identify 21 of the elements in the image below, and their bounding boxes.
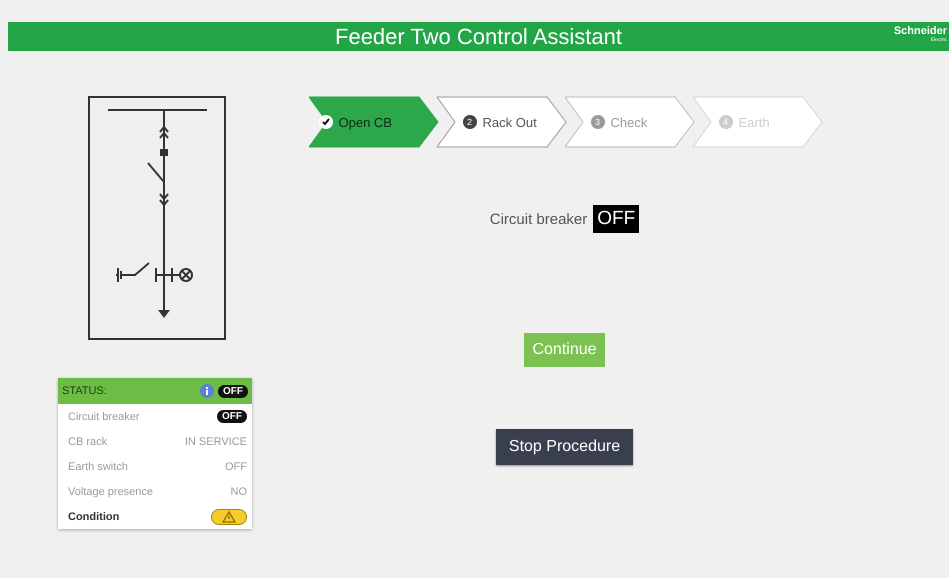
status-badge: OFF xyxy=(218,384,248,398)
warning-icon xyxy=(222,510,236,522)
status-value: OFF xyxy=(225,460,247,472)
status-value: NO xyxy=(230,486,247,498)
status-label: Earth switch xyxy=(68,460,128,472)
status-label: Condition xyxy=(68,510,120,522)
app-title: Feeder Two Control Assistant xyxy=(335,24,622,50)
status-value: IN SERVICE xyxy=(184,436,247,448)
breaker-state: OFF xyxy=(593,205,640,233)
status-label: CB rack xyxy=(68,436,108,448)
info-icon[interactable] xyxy=(200,384,214,398)
step-label: Rack Out xyxy=(482,114,537,130)
step-label: Open CB xyxy=(338,114,392,130)
status-badge: OFF xyxy=(217,410,247,423)
step-label: Check xyxy=(610,114,648,130)
check-icon xyxy=(318,115,332,129)
status-label: Circuit breaker xyxy=(68,410,140,422)
breaker-label: Circuit breaker xyxy=(490,210,588,228)
status-title: STATUS: xyxy=(62,385,108,397)
stop-button[interactable]: Stop Procedure xyxy=(496,429,634,465)
status-label: Voltage presence xyxy=(68,486,154,498)
